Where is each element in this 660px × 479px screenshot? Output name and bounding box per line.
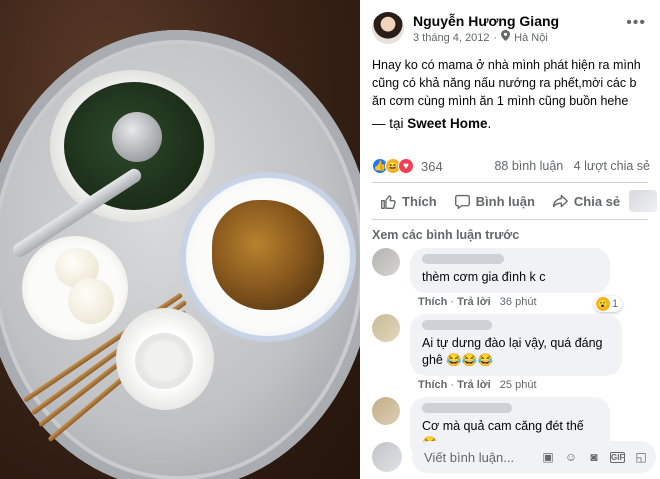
comment-text: thèm cơm gia đình k c bbox=[422, 270, 546, 284]
comment-bubble: Ai tự dưng đào lại vậy, quá đáng ghê 😂😂😂 bbox=[410, 314, 622, 376]
share-icon bbox=[552, 194, 568, 207]
post-text: Hnay ko có mama ở nhà mình phát hiện ra … bbox=[372, 58, 641, 108]
divider bbox=[372, 219, 648, 220]
comment-placeholder: Viết bình luận... bbox=[424, 449, 515, 465]
sticker-icon[interactable]: ▣ bbox=[541, 450, 555, 464]
viewer-avatar bbox=[372, 442, 402, 472]
rice-bowl-foot bbox=[138, 336, 190, 386]
spoon bbox=[112, 112, 162, 162]
post-side-panel: Nguyễn Hương Giang 3 tháng 4, 2012 · Hà … bbox=[360, 0, 660, 479]
comment-share-counts: 88 bình luận 4 lượt chia sẻ bbox=[494, 159, 650, 173]
place-link[interactable]: Sweet Home bbox=[407, 116, 487, 131]
comment-icon bbox=[454, 194, 470, 209]
post-actions: Thích Bình luận Chia sẻ bbox=[372, 183, 660, 219]
like-label: Thích bbox=[402, 193, 437, 209]
comment-time[interactable]: 36 phút bbox=[500, 296, 537, 308]
comment-bubble: thèm cơm gia đình k c bbox=[410, 248, 610, 293]
author-info: Nguyễn Hương Giang 3 tháng 4, 2012 · Hà … bbox=[413, 12, 559, 46]
gif-icon[interactable]: GIF bbox=[610, 451, 625, 463]
comment-button[interactable]: Bình luận bbox=[446, 193, 544, 210]
comment-text: Ai tự dưng đào lại vậy, quá đáng ghê 😂😂😂 bbox=[422, 336, 603, 367]
comment-body: Ai tự dưng đào lại vậy, quá đáng ghê 😂😂😂… bbox=[410, 314, 622, 391]
commenter-name[interactable] bbox=[422, 320, 492, 330]
comment-like-link[interactable]: Thích bbox=[418, 296, 447, 308]
share-button[interactable]: Chia sẻ bbox=[544, 193, 629, 210]
comment-reply-link[interactable]: Trả lời bbox=[457, 296, 491, 308]
post-stats: 👍 😆 ♥ 364 88 bình luận 4 lượt chia sẻ bbox=[372, 154, 660, 178]
post-viewer: Nguyễn Hương Giang 3 tháng 4, 2012 · Hà … bbox=[0, 0, 660, 479]
comment-body: thèm cơm gia đình k c Thích · Trả lời 36… bbox=[410, 248, 610, 308]
camera-icon[interactable]: ◙ bbox=[587, 450, 601, 464]
more-icon[interactable]: ••• bbox=[626, 14, 646, 32]
emoji-icon[interactable]: ☺ bbox=[564, 450, 578, 464]
commenter-name[interactable] bbox=[422, 254, 504, 264]
post-header: Nguyễn Hương Giang 3 tháng 4, 2012 · Hà … bbox=[372, 0, 660, 50]
comment-time[interactable]: 25 phút bbox=[500, 379, 537, 391]
post-date[interactable]: 3 tháng 4, 2012 bbox=[413, 30, 489, 46]
comment-reaction[interactable]: 😮 1 bbox=[594, 296, 623, 312]
meta-separator: · bbox=[493, 32, 498, 44]
comment-reaction-count: 1 bbox=[612, 298, 619, 310]
location-pin-icon bbox=[501, 30, 511, 46]
comment-composer: Viết bình luận... ▣ ☺ ◙ GIF ◱ bbox=[372, 441, 656, 473]
egg bbox=[68, 278, 114, 324]
love-reaction-icon: ♥ bbox=[398, 158, 414, 174]
thumbs-up-icon bbox=[381, 194, 396, 209]
comment-like-link[interactable]: Thích bbox=[418, 379, 447, 391]
post-location[interactable]: Hà Nội bbox=[514, 30, 548, 46]
author-avatar[interactable] bbox=[372, 12, 404, 44]
previous-comments-link[interactable]: Xem các bình luận trước bbox=[372, 228, 660, 242]
place-suffix: . bbox=[487, 116, 492, 131]
comment-reply-link[interactable]: Trả lời bbox=[457, 379, 491, 391]
commenter-name[interactable] bbox=[422, 403, 512, 413]
place-prefix: — tại bbox=[372, 116, 408, 131]
reaction-count[interactable]: 364 bbox=[421, 159, 443, 174]
comment-item: Ai tự dưng đào lại vậy, quá đáng ghê 😂😂😂… bbox=[372, 314, 660, 391]
share-count[interactable]: 4 lượt chia sẻ bbox=[574, 159, 650, 173]
post-photo[interactable] bbox=[0, 0, 360, 479]
wow-reaction-icon: 😮 bbox=[596, 297, 610, 311]
comment-input[interactable]: Viết bình luận... ▣ ☺ ◙ GIF ◱ bbox=[412, 441, 656, 473]
comment-links: Thích · Trả lời 25 phút bbox=[418, 379, 537, 391]
like-button[interactable]: Thích bbox=[372, 193, 446, 210]
share-label: Chia sẻ bbox=[573, 193, 621, 209]
sticker2-icon[interactable]: ◱ bbox=[634, 450, 648, 464]
reaction-icons[interactable]: 👍 😆 ♥ bbox=[372, 158, 414, 174]
post-meta: 3 tháng 4, 2012 · Hà Nội bbox=[413, 30, 559, 46]
audience-selector[interactable] bbox=[629, 190, 658, 212]
commenter-avatar[interactable] bbox=[372, 314, 400, 342]
comment-item: thèm cơm gia đình k c Thích · Trả lời 36… bbox=[372, 248, 660, 312]
post-place-line: — tại Sweet Home. bbox=[372, 114, 660, 134]
comment-label: Bình luận bbox=[475, 193, 535, 209]
comment-links: Thích · Trả lời 36 phút bbox=[418, 296, 537, 308]
commenter-avatar[interactable] bbox=[372, 248, 400, 276]
commenter-avatar[interactable] bbox=[372, 397, 400, 425]
comment-count[interactable]: 88 bình luận bbox=[494, 159, 563, 173]
author-name[interactable]: Nguyễn Hương Giang bbox=[413, 12, 559, 30]
